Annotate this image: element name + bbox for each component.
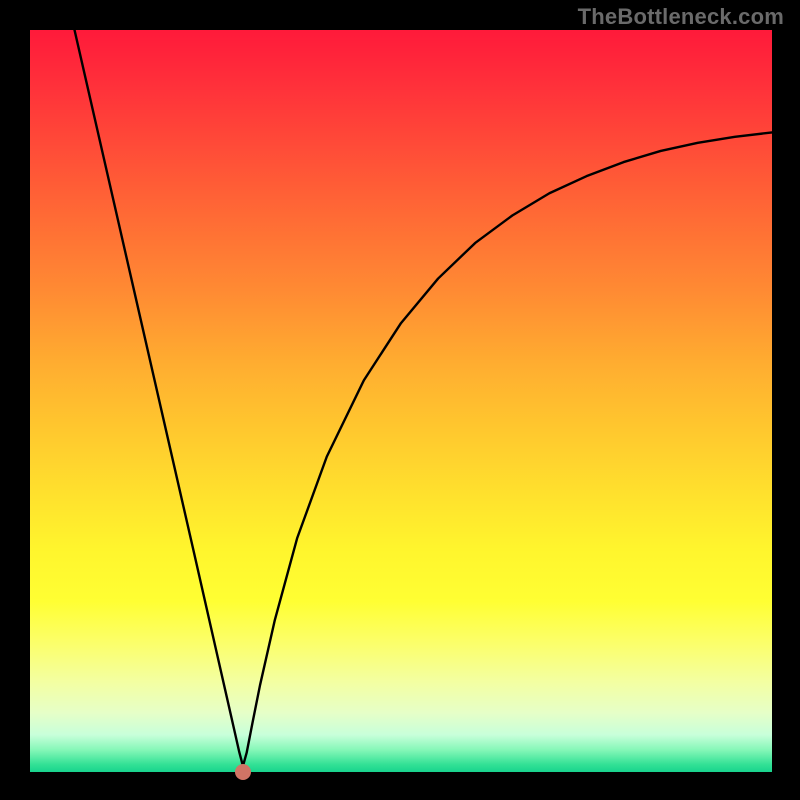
bottleneck-curve [75, 30, 772, 766]
plot-area [30, 30, 772, 772]
chart-frame: { "watermark": "TheBottleneck.com", "cha… [0, 0, 800, 800]
optimal-point-marker [235, 764, 251, 780]
curve-svg [30, 30, 772, 772]
watermark-text: TheBottleneck.com [578, 4, 784, 30]
